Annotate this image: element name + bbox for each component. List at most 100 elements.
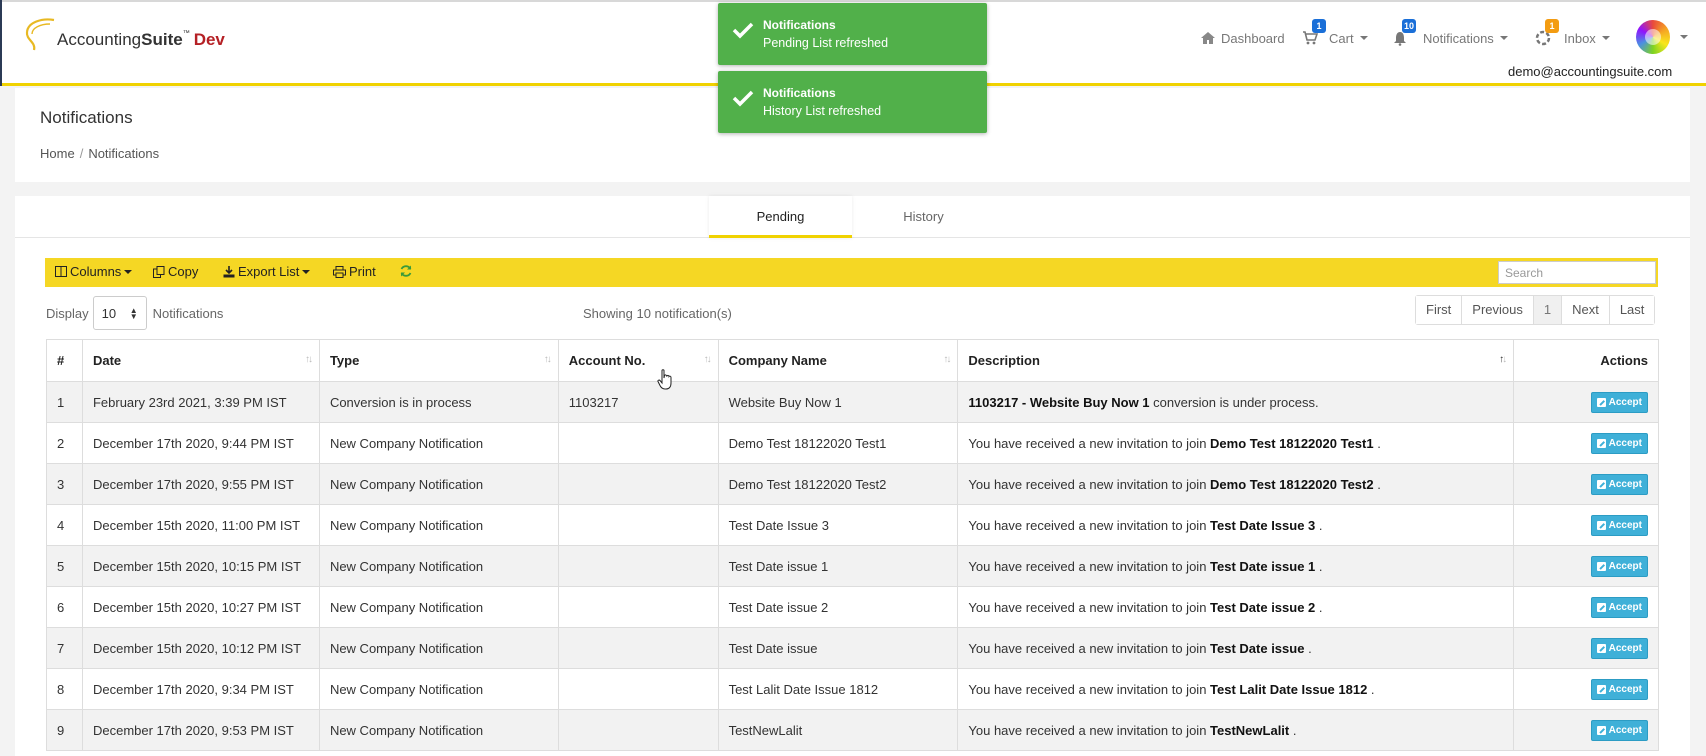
- chevron-down-icon: [1601, 36, 1610, 40]
- row-description: You have received a new invitation to jo…: [957, 709, 1515, 751]
- row-actions: Accept: [1513, 422, 1659, 464]
- accept-button[interactable]: Accept: [1590, 473, 1648, 495]
- table-row: 1 February 23rd 2021, 3:39 PM IST Conversi…: [46, 381, 1659, 423]
- accept-label: Accept: [1608, 683, 1642, 695]
- row-company-name: Website Buy Now 1: [717, 381, 959, 423]
- page-next[interactable]: Next: [1561, 296, 1609, 324]
- nav-inbox-label: Inbox: [1564, 30, 1596, 46]
- accept-button[interactable]: Accept: [1590, 432, 1648, 454]
- row-account-no: [557, 504, 719, 546]
- nav-cart[interactable]: 1 Cart: [1302, 19, 1368, 48]
- chevron-down-icon: [1499, 36, 1508, 40]
- cart-icon-wrap: 1: [1302, 19, 1326, 46]
- desc-text-end: .: [1289, 722, 1297, 738]
- col-header-company[interactable]: Company Name ↑↓: [717, 339, 959, 382]
- row-number: 1: [46, 381, 83, 423]
- tab-history[interactable]: History: [852, 196, 995, 238]
- col-header-type-label: Type: [329, 353, 360, 368]
- bell-icon-wrap: 10: [1392, 19, 1416, 46]
- edit-icon: [1596, 684, 1606, 694]
- row-description: You have received a new invitation to jo…: [957, 504, 1515, 546]
- refresh-button[interactable]: [399, 264, 413, 278]
- row-account-no: [557, 709, 719, 751]
- nav-notifications[interactable]: 10 Notifications: [1392, 19, 1508, 48]
- copy-button[interactable]: Copy: [153, 264, 198, 279]
- col-header-account-label: Account No.: [568, 353, 646, 368]
- toast-message: History List refreshed: [763, 104, 882, 118]
- toast-message: Pending List refreshed: [763, 36, 889, 50]
- accept-button[interactable]: Accept: [1590, 514, 1648, 536]
- page-first[interactable]: First: [1416, 296, 1462, 324]
- nav-inbox[interactable]: 1 Inbox: [1535, 19, 1610, 48]
- toast-history-refreshed[interactable]: Notifications History List refreshed: [718, 71, 987, 133]
- page-last[interactable]: Last: [1608, 296, 1655, 324]
- avatar-chevron-down-icon[interactable]: [1680, 35, 1688, 39]
- col-header-type[interactable]: Type ↑↓: [318, 339, 559, 382]
- brand-name: AccountingSuite™ Dev: [57, 30, 225, 50]
- table-row: 7 December 15th 2020, 10:12 PM IST New Com…: [46, 627, 1659, 669]
- row-type: New Company Notification: [318, 422, 559, 464]
- col-header-account[interactable]: Account No. ↑↓: [557, 339, 719, 382]
- accept-label: Accept: [1608, 642, 1642, 654]
- row-company-name: Test Date Issue 3: [717, 504, 959, 546]
- col-header-description[interactable]: Description ↑↓: [957, 339, 1515, 382]
- edit-icon: [1596, 561, 1606, 571]
- brand-name-bold: Suite: [141, 30, 183, 49]
- row-type: New Company Notification: [318, 668, 559, 710]
- sort-icon: ↑↓: [543, 354, 552, 365]
- row-number: 3: [46, 463, 83, 505]
- edit-icon: [1596, 397, 1606, 407]
- sort-icon: ↑↓: [703, 354, 712, 365]
- desc-company: Demo Test 18122020 Test1: [1210, 435, 1374, 451]
- row-type: New Company Notification: [318, 627, 559, 669]
- accept-label: Accept: [1608, 560, 1642, 572]
- table-row: 2 December 17th 2020, 9:44 PM IST New Comp…: [46, 422, 1659, 464]
- updown-icon: ▲ ▼: [129, 306, 138, 321]
- table-body: 1 February 23rd 2021, 3:39 PM IST Conversi…: [46, 381, 1659, 751]
- sort-icon: ↑↓: [304, 354, 313, 365]
- desc-text-end: .: [1373, 435, 1381, 451]
- row-description: You have received a new invitation to jo…: [957, 668, 1515, 710]
- export-label: Export List: [238, 264, 300, 279]
- page-length-select[interactable]: 10 ▲ ▼: [92, 296, 147, 330]
- accept-button[interactable]: Accept: [1590, 637, 1648, 659]
- tab-pending[interactable]: Pending: [709, 196, 852, 238]
- row-company-name: TestNewLalit: [717, 709, 959, 751]
- nav-dashboard[interactable]: Dashboard: [1200, 28, 1285, 48]
- search-input[interactable]: [1498, 261, 1656, 284]
- sort-icon: ↑↓: [943, 354, 951, 365]
- download-icon: [223, 265, 235, 277]
- row-actions: Accept: [1513, 627, 1659, 669]
- brand-logo[interactable]: AccountingSuite™ Dev: [24, 16, 244, 60]
- page-length-value: 10: [101, 305, 117, 321]
- row-date: December 17th 2020, 9:34 PM IST: [81, 668, 320, 710]
- accept-button[interactable]: Accept: [1590, 719, 1648, 741]
- accept-button[interactable]: Accept: [1590, 678, 1648, 700]
- breadcrumb-home[interactable]: Home: [40, 146, 75, 161]
- row-date: December 17th 2020, 9:53 PM IST: [81, 709, 320, 751]
- brand-name-regular: Accounting: [57, 30, 142, 49]
- page-number[interactable]: 1: [1532, 296, 1562, 324]
- col-header-date[interactable]: Date ↑↓: [81, 339, 320, 382]
- col-header-actions: Actions: [1513, 339, 1659, 382]
- toast-pending-refreshed[interactable]: Notifications Pending List refreshed: [718, 3, 987, 65]
- chevron-down-icon: [124, 269, 133, 274]
- copy-label: Copy: [168, 264, 199, 279]
- accept-button[interactable]: Accept: [1590, 596, 1648, 618]
- edit-icon: [1596, 643, 1606, 653]
- print-button[interactable]: Print: [333, 264, 376, 279]
- desc-text: You have received a new invitation to jo…: [968, 722, 1211, 738]
- row-description: You have received a new invitation to jo…: [957, 627, 1515, 669]
- table-row: 5 December 15th 2020, 10:15 PM IST New Com…: [46, 545, 1659, 587]
- desc-company: Test Date Issue 3: [1210, 517, 1316, 533]
- check-icon: [732, 22, 754, 39]
- accept-button[interactable]: Accept: [1590, 555, 1648, 577]
- accept-button[interactable]: Accept: [1590, 391, 1648, 413]
- accept-label: Accept: [1608, 724, 1642, 736]
- user-avatar[interactable]: [1636, 20, 1670, 54]
- export-list-button[interactable]: Export List: [223, 264, 311, 279]
- row-company-name: Demo Test 18122020 Test1: [717, 422, 959, 464]
- content-panel: Pending History Columns Copy Export List…: [15, 196, 1690, 756]
- page-previous[interactable]: Previous: [1461, 296, 1533, 324]
- columns-button[interactable]: Columns: [55, 264, 133, 279]
